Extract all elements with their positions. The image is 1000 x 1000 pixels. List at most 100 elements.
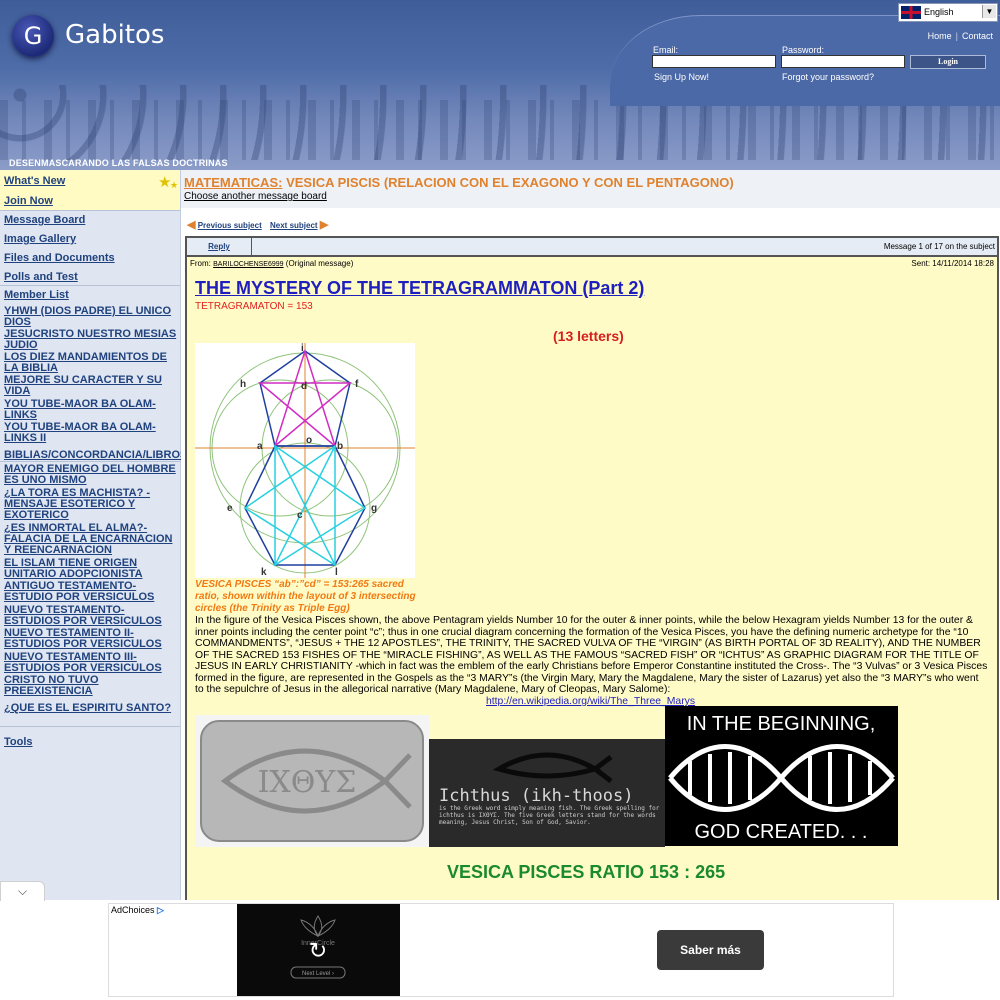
password-label: Password: — [782, 45, 825, 55]
sidebar-item-jesucristo[interactable]: JESUCRISTO NUESTRO MESIAS JUDIO — [4, 329, 178, 351]
dna-text-bottom: GOD CREATED. . . — [695, 821, 868, 843]
message-count: Message 1 of 17 on the subject — [883, 242, 995, 251]
choose-board-link[interactable]: Choose another message board — [184, 191, 327, 202]
arrow-left-icon: ◀ — [187, 219, 196, 231]
ichthus-definition-image: Ichthus (ikh-thoos) is the Greek word si… — [429, 739, 665, 847]
diagram-caption: VESICA PISCES “ab”:”cd” = 153:265 sacred… — [195, 579, 416, 614]
sidebar-item-image-gallery[interactable]: Image Gallery — [4, 234, 76, 245]
signup-link[interactable]: Sign Up Now! — [654, 72, 709, 82]
diagram-label-f: f — [355, 379, 359, 390]
previous-subject-label[interactable]: Previous subject — [198, 221, 262, 230]
divider — [0, 285, 180, 286]
message-header: Reply Message 1 of 17 on the subject — [187, 238, 997, 257]
sidebar-item-espiritu-santo[interactable]: ¿QUE ES EL ESPIRITU SANTO? — [4, 703, 178, 714]
diagram-label-d: d — [301, 381, 307, 392]
language-select[interactable]: English ▼ — [898, 3, 998, 22]
vesica-piscis-diagram: i h d f a o b e c g k l — [195, 343, 415, 578]
reply-button[interactable]: Reply — [187, 238, 252, 255]
diagram-label-o: o — [306, 435, 312, 446]
divider — [0, 726, 180, 727]
next-subject-label[interactable]: Next subject — [270, 221, 318, 230]
logo-letter[interactable]: G — [12, 15, 54, 57]
sidebar-item-tools[interactable]: Tools — [4, 737, 33, 748]
email-field[interactable] — [652, 55, 776, 68]
sidebar-item-mejore-caracter[interactable]: MEJORE SU CARACTER Y SU VIDA — [4, 375, 178, 397]
sidebar-item-files-documents[interactable]: Files and Documents — [4, 253, 115, 264]
arrow-right-icon: ▶ — [319, 219, 329, 231]
ad-cta-button[interactable]: Saber más — [657, 930, 764, 970]
adchoices-label[interactable]: AdChoices ▷ — [111, 905, 164, 916]
sidebar-item-antiguo-testamento[interactable]: ANTIGUO TESTAMENTO-ESTUDIO POR VERSICULO… — [4, 581, 178, 603]
ichthys-plaque-image: ΙΧΘΥΣ — [195, 715, 429, 847]
sidebar-item-nuevo-testamento-2[interactable]: NUEVO TESTAMENTO II-ESTUDIOS POR VERSICU… — [4, 628, 178, 650]
sidebar-item-mayor-enemigo[interactable]: MAYOR ENEMIGO DEL HOMBRE ES UNO MISMO — [4, 464, 178, 486]
ad-frame[interactable] — [108, 903, 894, 997]
from-label: From: — [190, 259, 211, 268]
sidebar-item-youtube-links-2[interactable]: YOU TUBE-MAOR BA OLAM-LINKS II — [4, 422, 178, 444]
sidebar-item-polls-test[interactable]: Polls and Test — [4, 272, 78, 283]
original-note: (Original message) — [285, 259, 354, 268]
sidebar-item-nuevo-testamento-3[interactable]: NUEVO TESTAMENTO III-ESTUDIOS POR VERSIC… — [4, 652, 178, 674]
ichthus-title: Ichthus (ikh-thoos) — [439, 786, 633, 806]
ratio-heading: VESICA PISCES RATIO 153 : 265 — [447, 862, 726, 882]
diagram-label-a: a — [257, 441, 263, 452]
contact-link[interactable]: Contact — [962, 31, 993, 41]
sidebar-item-nuevo-testamento[interactable]: NUEVO TESTAMENTO-ESTUDIOS POR VERSICULOS — [4, 605, 178, 627]
forgot-password-link[interactable]: Forgot your password? — [782, 72, 874, 82]
email-label: Email: — [653, 45, 679, 55]
site-header: G Gabitos English ▼ Home | Contact Email: … — [0, 0, 1000, 170]
wikipedia-link[interactable]: http://en.wikipedia.org/wiki/The_Three_M… — [486, 696, 695, 707]
category-link[interactable]: MATEMATICAS: — [184, 175, 282, 190]
ichthus-definition-text: is the Greek word simply meaning fish. T… — [439, 805, 660, 826]
diagram-label-e: e — [227, 503, 233, 514]
sidebar-item-biblias[interactable]: BIBLIAS/CONCORDANCIA/LIBROS — [4, 450, 187, 461]
group-title[interactable]: DESENMASCARANDO LAS FALSAS DOCTRINAS — [9, 158, 228, 168]
small-star-icon: ★ — [170, 180, 179, 190]
sidebar-item-tora-machista[interactable]: ¿LA TORA ES MACHISTA? -MENSAJE ESOTERICO… — [4, 488, 178, 521]
dna-in-the-beginning-image: IN THE BEGINNING, GOD CREATED. . . — [665, 706, 898, 846]
replay-icon[interactable]: ↻ — [309, 939, 327, 964]
uk-flag-icon — [901, 6, 921, 19]
sidebar-item-inmortal-alma[interactable]: ¿ES INMORTAL EL ALMA?-FALACIA DE LA ENCA… — [4, 523, 178, 556]
language-label: English — [924, 7, 954, 17]
ichthys-greek-text: ΙΧΘΥΣ — [258, 765, 357, 800]
diagram-label-i: i — [301, 343, 304, 354]
sidebar-item-cristo-preexistencia[interactable]: CRISTO NO TUVO PREEXISTENCIA — [4, 675, 178, 697]
diagram-label-g: g — [371, 503, 377, 514]
subject-text: VESICA PISCIS (RELACION CON EL EXAGONO Y… — [286, 175, 734, 190]
diagram-label-k: k — [261, 567, 267, 578]
home-link[interactable]: Home — [928, 31, 952, 41]
previous-subject-link[interactable]: ◀ Previous subject — [187, 218, 262, 231]
adchoices-icon[interactable]: ▷ — [157, 905, 164, 915]
sidebar-item-youtube-links[interactable]: YOU TUBE-MAOR BA OLAM-LINKS — [4, 399, 178, 421]
post-title[interactable]: THE MYSTERY OF THE TETRAGRAMMATON (Part … — [195, 278, 644, 299]
diagram-label-l: l — [335, 567, 338, 578]
sidebar-item-member-list[interactable]: Member List — [4, 290, 69, 301]
diagram-label-h: h — [240, 379, 246, 390]
main-content: MATEMATICAS: VESICA PISCIS (RELACION CON… — [181, 170, 1000, 910]
subject-title: MATEMATICAS: VESICA PISCIS (RELACION CON… — [184, 175, 734, 190]
sidebar-item-islam[interactable]: EL ISLAM TIENE ORIGEN UNITARIO ADOPCIONI… — [4, 558, 178, 580]
collapse-ad-chevron-icon[interactable]: ⌵ — [0, 881, 45, 901]
login-button[interactable]: Login — [910, 55, 986, 69]
divider — [0, 461, 180, 462]
sidebar-item-message-board[interactable]: Message Board — [4, 215, 85, 226]
chevron-down-icon[interactable]: ▼ — [982, 5, 996, 18]
top-links: Home | Contact — [927, 31, 993, 41]
dna-text-top: IN THE BEGINNING, — [687, 713, 876, 735]
ad-image[interactable]: InnerCircle Next Level › ↻ — [237, 904, 400, 996]
sidebar-item-yhwh[interactable]: YHWH (DIOS PADRE) EL UNICO DIOS — [4, 306, 178, 328]
password-field[interactable] — [781, 55, 905, 68]
next-subject-link[interactable]: Next subject ▶ — [270, 218, 328, 231]
ad-next-level-text: Next Level › — [302, 971, 334, 977]
sidebar-item-join-now[interactable]: Join Now — [4, 196, 53, 207]
from-line: From: BARILOCHENSE6999 (Original message… — [190, 259, 353, 268]
sidebar: ★ ★ What's New Join Now Message Board Im… — [0, 170, 187, 900]
adchoices-text[interactable]: AdChoices — [111, 905, 155, 915]
diagram-label-c: c — [297, 510, 303, 521]
sidebar-item-diez-mandamientos[interactable]: LOS DIEZ MANDAMIENTOS DE LA BIBLIA — [4, 352, 178, 374]
author-link[interactable]: BARILOCHENSE6999 — [213, 261, 283, 268]
site-name[interactable]: Gabitos — [65, 20, 164, 50]
sidebar-item-whats-new[interactable]: What's New — [4, 176, 65, 187]
divider — [0, 210, 180, 211]
